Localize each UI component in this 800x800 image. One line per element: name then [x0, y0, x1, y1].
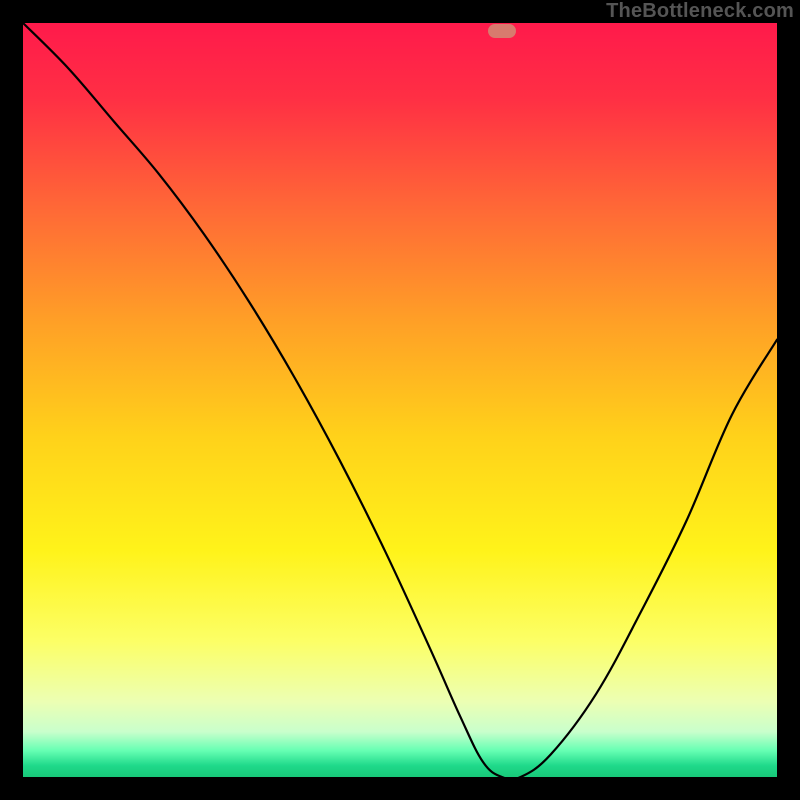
watermark-text: TheBottleneck.com: [606, 0, 794, 23]
plot-area: [23, 23, 777, 777]
chart-frame: TheBottleneck.com: [0, 0, 800, 800]
optimum-marker: [488, 24, 516, 38]
chart-svg: [23, 23, 777, 777]
